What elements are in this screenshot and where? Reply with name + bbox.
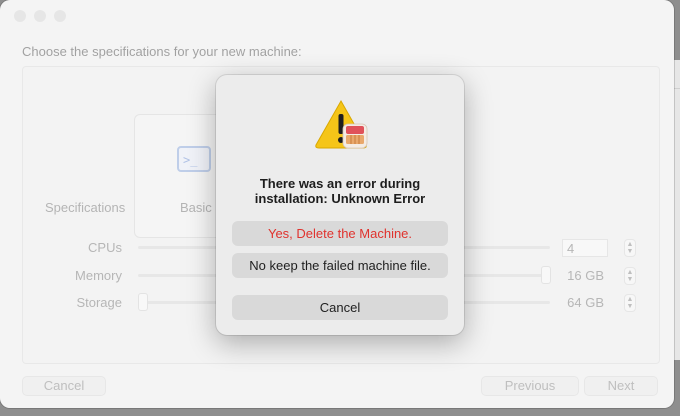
dialog-title: There was an error during installation: … <box>232 176 448 206</box>
dialog-title-line2: installation: Unknown Error <box>254 191 426 206</box>
keep-failed-file-button[interactable]: No keep the failed machine file. <box>232 253 448 278</box>
dialog-title-line1: There was an error during <box>259 176 421 191</box>
delete-machine-button[interactable]: Yes, Delete the Machine. <box>232 221 448 246</box>
warning-icon <box>315 99 368 149</box>
error-dialog: There was an error during installation: … <box>216 75 464 335</box>
dialog-cancel-button[interactable]: Cancel <box>232 295 448 320</box>
